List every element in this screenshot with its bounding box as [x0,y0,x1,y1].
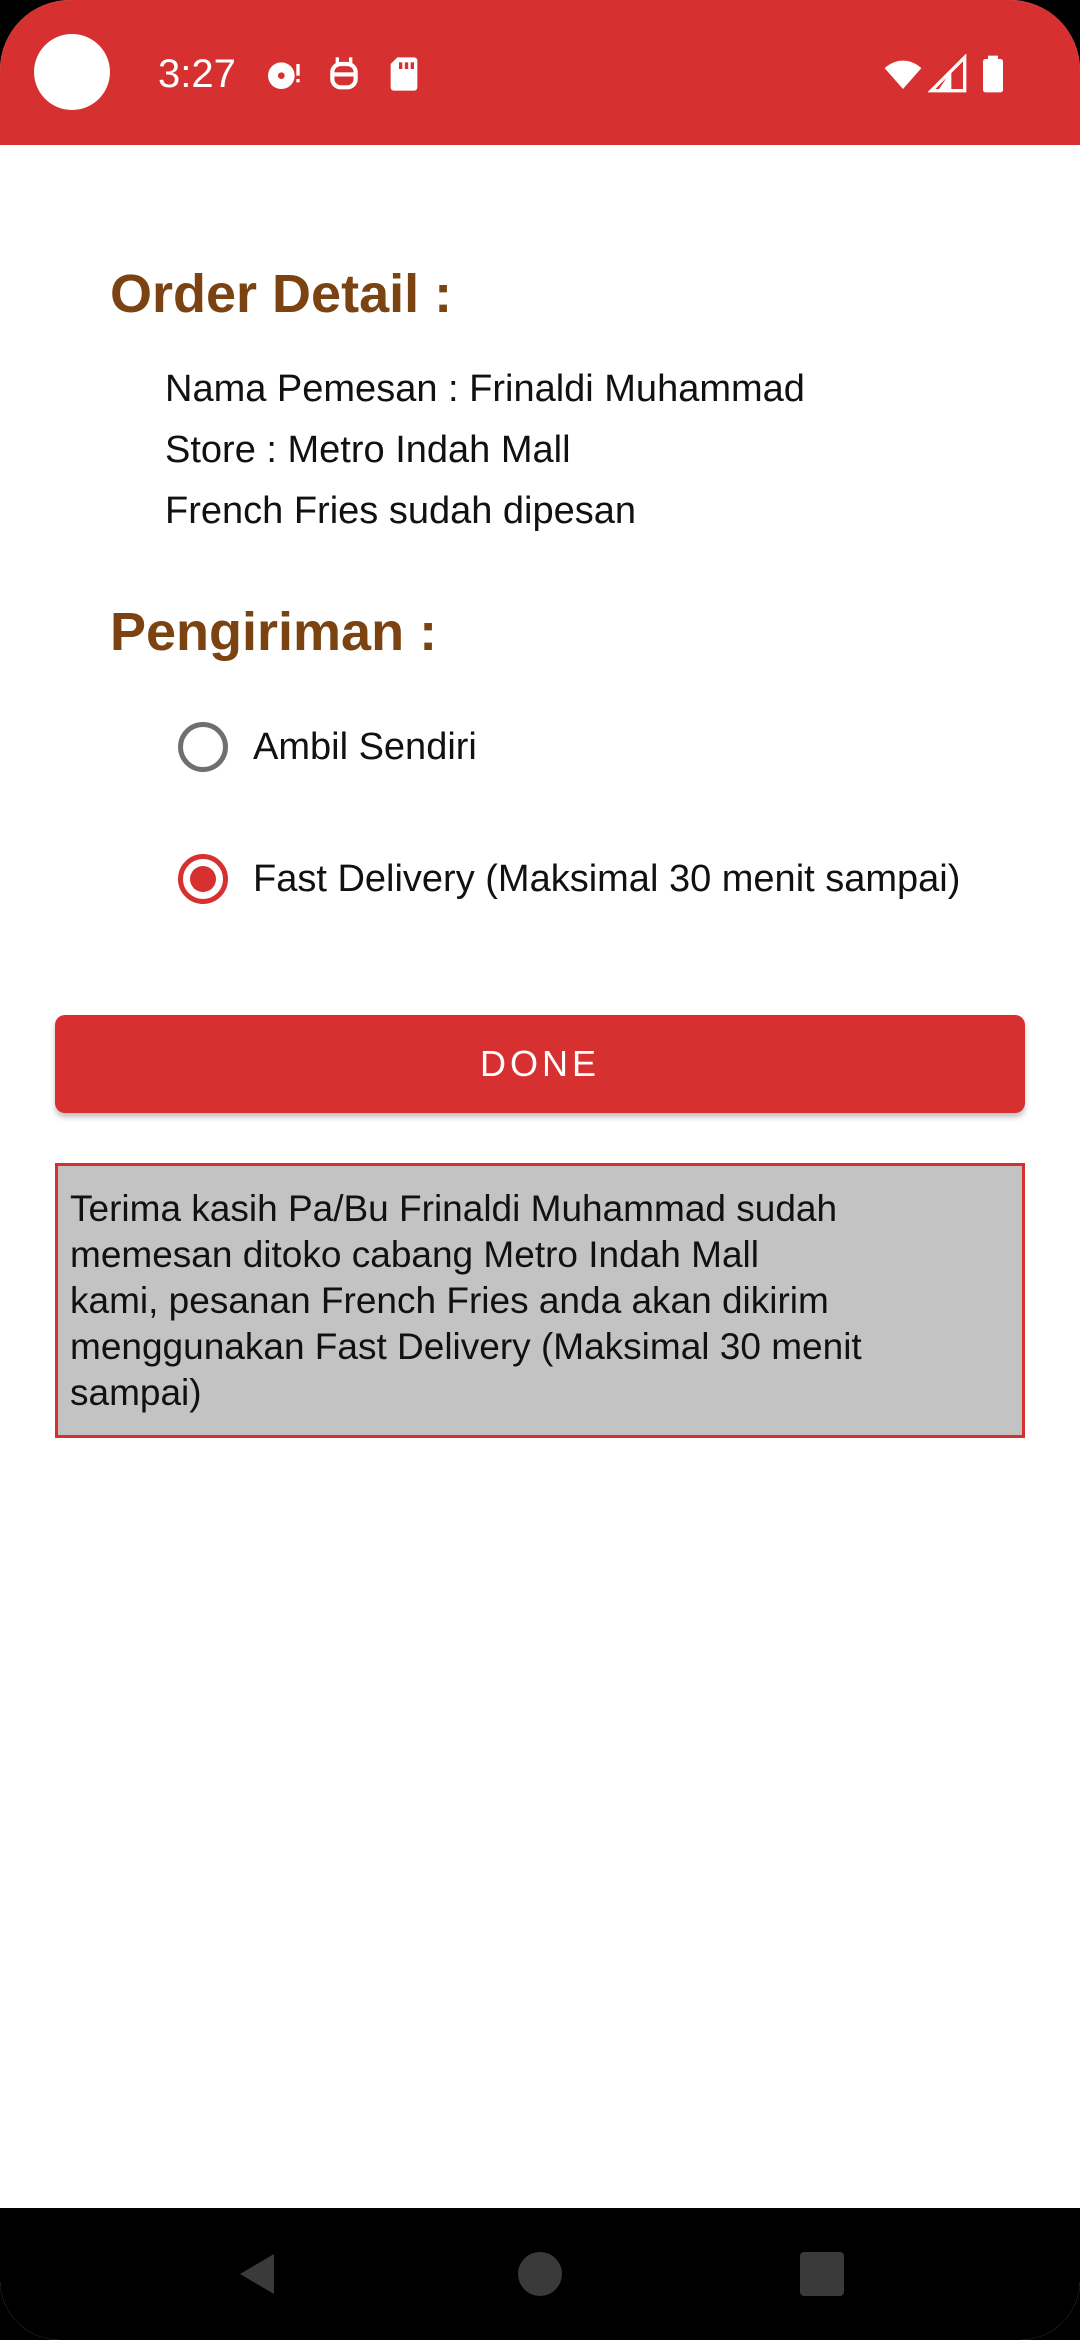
radio-fast-delivery[interactable]: Fast Delivery (Maksimal 30 menit sampai) [178,849,960,909]
store-text: Store : Metro Indah Mall [165,429,571,471]
camera-cutout [34,34,110,110]
wifi-icon [880,54,926,94]
recents-icon[interactable] [798,2250,846,2298]
status-bar: 3:27 [0,0,1080,145]
nama-pemesan-text: Nama Pemesan : Frinaldi Muhammad [165,368,805,410]
order-detail-title: Order Detail : [110,264,453,324]
navigation-bar [0,2208,1080,2340]
radio-ambil-sendiri[interactable]: Ambil Sendiri [178,717,477,777]
radio-checked-icon[interactable] [178,854,228,904]
radio-selected-dot [190,866,216,892]
pengiriman-title: Pengiriman : [110,602,438,662]
result-message-box: Terima kasih Pa/Bu Frinaldi Muhammad sud… [55,1163,1025,1438]
radio-unchecked-icon[interactable] [178,722,228,772]
done-button[interactable]: DONE [55,1015,1025,1113]
battery-icon [978,54,1008,94]
back-icon[interactable] [234,2250,282,2298]
order-item-text: French Fries sudah dipesan [165,490,637,532]
cellular-signal-icon [928,54,968,94]
home-icon[interactable] [516,2250,564,2298]
media-disc-icon [263,54,303,94]
status-time: 3:27 [158,52,236,96]
radio-ambil-sendiri-label[interactable]: Ambil Sendiri [253,726,477,769]
robot-icon [324,54,364,94]
sd-card-icon [384,54,424,94]
radio-fast-delivery-label[interactable]: Fast Delivery (Maksimal 30 menit sampai) [253,858,960,901]
app-screen: 3:27 Order Detail : Nama Pemesan : Frina… [0,0,1080,2340]
